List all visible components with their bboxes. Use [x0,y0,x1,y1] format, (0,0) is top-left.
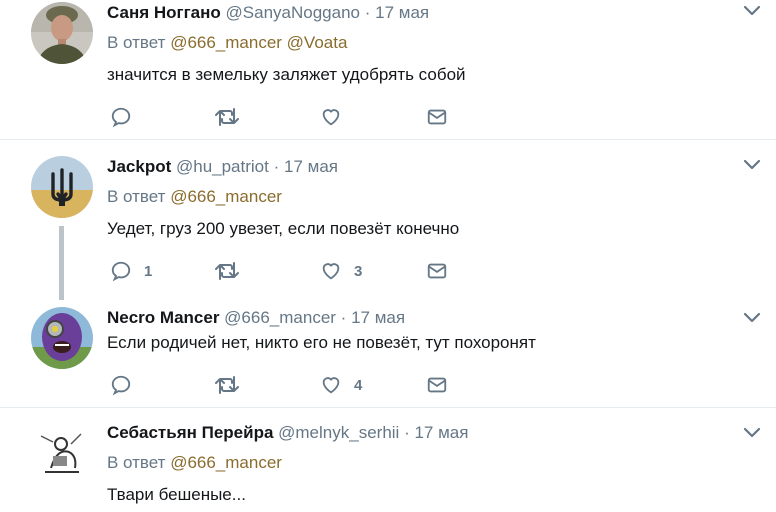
user-handle[interactable]: @hu_patriot [176,157,269,176]
separator: · [340,308,347,327]
retweet-button[interactable] [214,373,252,397]
heart-icon [322,377,340,394]
message-button[interactable] [426,373,448,397]
thread-connector [59,226,64,300]
user-handle[interactable]: @melnyk_serhii [278,423,399,442]
tweet[interactable]: Себастьян Перейра @melnyk_serhii · 17 ма… [0,408,776,512]
tweet-date[interactable]: 17 мая [351,308,405,327]
tweet-header: Necro Mancer @666_mancer · 17 мая [107,307,776,329]
reply-mentions[interactable]: @666_mancer [170,453,282,472]
reply-button[interactable]: 1 [110,259,152,283]
display-name[interactable]: Necro Mancer [107,308,219,327]
avatar-sketch [31,422,93,484]
reply-context: В ответ @666_mancer [107,186,776,208]
reply-icon [111,375,131,396]
retweet-icon [215,262,239,280]
display-name[interactable]: Себастьян Перейра [107,423,273,442]
tweet-text: значится в земельку заляжет удобрять соб… [107,65,466,84]
retweet-icon [215,376,239,394]
separator: · [364,3,371,22]
tweet-date[interactable]: 17 мая [414,423,468,442]
retweet-button[interactable] [214,105,252,129]
reply-prefix: В ответ [107,453,166,472]
tweet[interactable]: Necro Mancer @666_mancer · 17 мая Если р… [0,295,776,407]
reply-context: В ответ @666_mancer @Voata [107,32,776,54]
tweet-text: Уедет, груз 200 увезет, если повезёт кон… [107,219,460,238]
like-button[interactable] [320,105,354,129]
avatar-monster [31,307,93,369]
avatar[interactable] [31,307,93,369]
tweet-date[interactable]: 17 мая [375,3,429,22]
reply-button[interactable] [110,105,144,129]
reply-mentions[interactable]: @666_mancer [170,187,282,206]
like-count: 3 [354,262,363,280]
display-name[interactable]: Саня Ногганo [107,3,221,22]
user-handle[interactable]: @666_mancer [224,308,336,327]
heart-icon [322,109,340,126]
chevron-down-icon[interactable] [742,426,762,440]
chevron-down-icon[interactable] [742,311,762,325]
user-handle[interactable]: @SanyaNoggano [226,3,360,22]
tweet-header: Jackpot @hu_patriot · 17 мая [107,156,776,178]
separator: · [404,423,410,442]
reply-context: В ответ @666_mancer [107,452,776,474]
heart-icon [322,263,340,280]
reply-icon [111,261,131,282]
reply-icon [111,107,131,128]
avatar[interactable] [31,156,93,218]
tweet[interactable]: Jackpot @hu_patriot · 17 мая В ответ @66… [0,140,776,295]
separator: · [273,157,280,176]
avatar[interactable] [31,2,93,64]
tweet[interactable]: Саня Ногганo @SanyaNoggano · 17 мая В от… [0,0,776,140]
envelope-icon [427,109,447,125]
like-count: 4 [354,376,363,394]
tweet-text: Если родичей нет, никто его не повезёт, … [107,333,536,352]
tweet-header: Себастьян Перейра @melnyk_serhii · 17 ма… [107,422,776,444]
like-button[interactable]: 3 [320,259,362,283]
tweet-header: Саня Ногганo @SanyaNoggano · 17 мая [107,2,776,24]
like-button[interactable]: 4 [320,373,362,397]
avatar-photo [31,2,93,64]
chevron-down-icon[interactable] [742,4,762,18]
tweet-date[interactable]: 17 мая [284,157,338,176]
reply-prefix: В ответ [107,187,166,206]
envelope-icon [427,377,447,393]
display-name[interactable]: Jackpot [107,157,171,176]
avatar-trident [31,156,93,218]
reply-prefix: В ответ [107,33,166,52]
chevron-down-icon[interactable] [742,158,762,172]
retweet-icon [215,108,239,126]
message-button[interactable] [426,259,448,283]
retweet-button[interactable] [214,259,252,283]
reply-button[interactable] [110,373,144,397]
tweet-text: Твари бешеные... [107,485,246,504]
reply-mentions[interactable]: @666_mancer @Voata [170,33,347,52]
reply-count: 1 [144,262,153,280]
avatar[interactable] [31,422,93,484]
message-button[interactable] [426,105,448,129]
envelope-icon [427,263,447,279]
